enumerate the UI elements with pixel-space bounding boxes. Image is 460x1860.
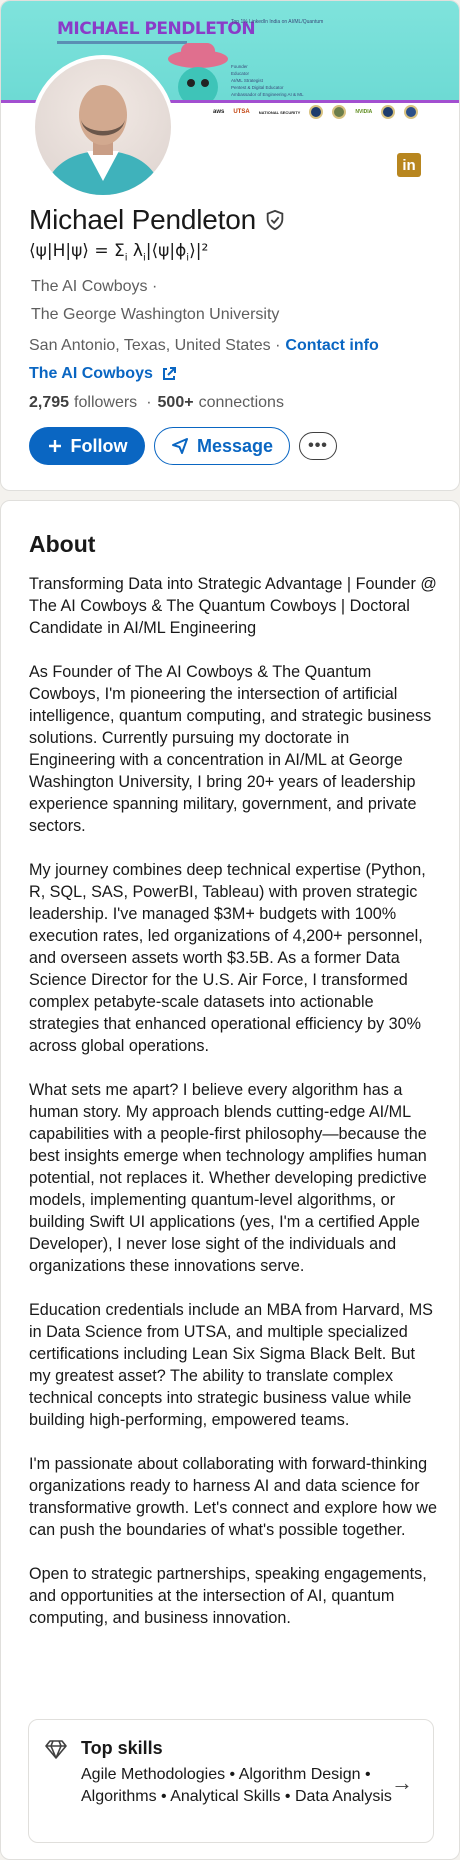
location-text: San Antonio, Texas, United States · <box>29 337 281 354</box>
partner-logos: aws UTSA NATIONAL SECURITY NVIDIA <box>213 105 419 119</box>
verified-shield-icon[interactable] <box>264 209 286 231</box>
utsa-logo: UTSA <box>233 109 250 115</box>
education-school[interactable]: The George Washington University <box>31 306 279 324</box>
about-paragraph: Education credentials include an MBA fro… <box>29 1301 433 1429</box>
about-paragraph: My journey combines deep technical exper… <box>29 861 426 1055</box>
website-label: The AI Cowboys <box>29 365 153 382</box>
plus-icon <box>48 440 61 452</box>
message-button[interactable]: Message <box>154 427 290 465</box>
more-actions-button[interactable]: ••• <box>299 432 337 460</box>
nvidia-logo: NVIDIA <box>355 109 373 115</box>
air-force-seal-logo <box>381 105 396 119</box>
follow-label: Follow <box>70 435 128 456</box>
followers-count[interactable]: 2,795 <box>29 394 69 412</box>
website-link[interactable]: The AI Cowboys <box>29 365 177 383</box>
about-paragraph: Open to strategic partnerships, speaking… <box>29 1565 427 1627</box>
headline-part: |⟨ψ|ϕ <box>145 241 187 261</box>
banner-list-item: Founder <box>231 64 248 69</box>
followers-label: followers <box>74 394 138 411</box>
banner-list-item: Pentest & Digital Educator <box>231 85 284 90</box>
about-paragraph: Transforming Data into Strategic Advanta… <box>29 575 437 637</box>
arrow-right-icon[interactable]: → <box>391 1770 413 1796</box>
avatar-portrait <box>43 85 163 195</box>
network-stats: 2,795 followers · 500+ connections <box>29 394 284 412</box>
university-seal-logo <box>404 105 419 119</box>
banner-list: Founder Educator AI/ML Strategist Pentes… <box>231 63 304 98</box>
about-paragraph: As Founder of The AI Cowboys & The Quant… <box>29 663 432 835</box>
diamond-icon <box>45 1740 67 1759</box>
message-label: Message <box>196 435 274 456</box>
connections-label: connections <box>198 394 284 411</box>
connections-count[interactable]: 500+ <box>158 394 194 412</box>
seal-logo <box>309 105 324 119</box>
headline-part: λ <box>127 241 143 261</box>
about-paragraph: I'm passionate about collaborating with … <box>29 1455 437 1539</box>
follow-button[interactable]: Follow <box>29 427 145 465</box>
headline-part: ⟩|² <box>189 241 209 261</box>
emblem-logo <box>332 105 347 119</box>
linkedin-icon[interactable]: in <box>397 153 421 177</box>
aws-logo: aws <box>213 109 225 115</box>
profile-name: Michael Pendleton <box>29 204 256 235</box>
profile-avatar[interactable] <box>31 55 175 199</box>
top-skills-title: Top skills <box>81 1738 163 1758</box>
headline-part: ⟨ψ|H|ψ⟩ = Σ <box>29 241 125 261</box>
send-icon <box>171 438 188 454</box>
banner-list-item: Educator <box>231 71 250 76</box>
external-link-icon <box>162 367 176 380</box>
banner-tagline: Top 1% LinkedIn India on AI/ML/Quantum <box>231 19 324 25</box>
banner-title: MICHAEL PENDLETON <box>57 19 256 39</box>
about-text: Transforming Data into Strategic Advanta… <box>29 573 439 1651</box>
profile-card: MICHAEL PENDLETON Top 1% LinkedIn India … <box>0 0 460 491</box>
national-security-logo: NATIONAL SECURITY <box>258 109 301 115</box>
banner-list-item: AI/ML Strategist <box>231 78 263 83</box>
current-company[interactable]: The AI Cowboys · <box>31 278 157 296</box>
name-row: Michael Pendleton <box>29 204 286 236</box>
about-card: About Transforming Data into Strategic A… <box>0 500 460 1860</box>
about-heading: About <box>29 531 96 557</box>
profile-headline: ⟨ψ|H|ψ⟩ = Σi λi|⟨ψ|ϕi⟩|² <box>29 241 208 263</box>
about-paragraph: What sets me apart? I believe every algo… <box>29 1081 427 1275</box>
banner-list-item: Ambassador of Engineering AI & ML <box>231 92 304 97</box>
contact-info-link[interactable]: Contact info <box>285 337 378 355</box>
profile-actions: Follow Message ••• <box>29 427 337 465</box>
stats-separator: · <box>146 394 152 411</box>
location-row: San Antonio, Texas, United States · Cont… <box>29 337 379 355</box>
top-skills-list: Agile Methodologies • Algorithm Design •… <box>81 1766 392 1805</box>
top-skills-card[interactable]: Top skills Agile Methodologies • Algorit… <box>28 1719 434 1843</box>
